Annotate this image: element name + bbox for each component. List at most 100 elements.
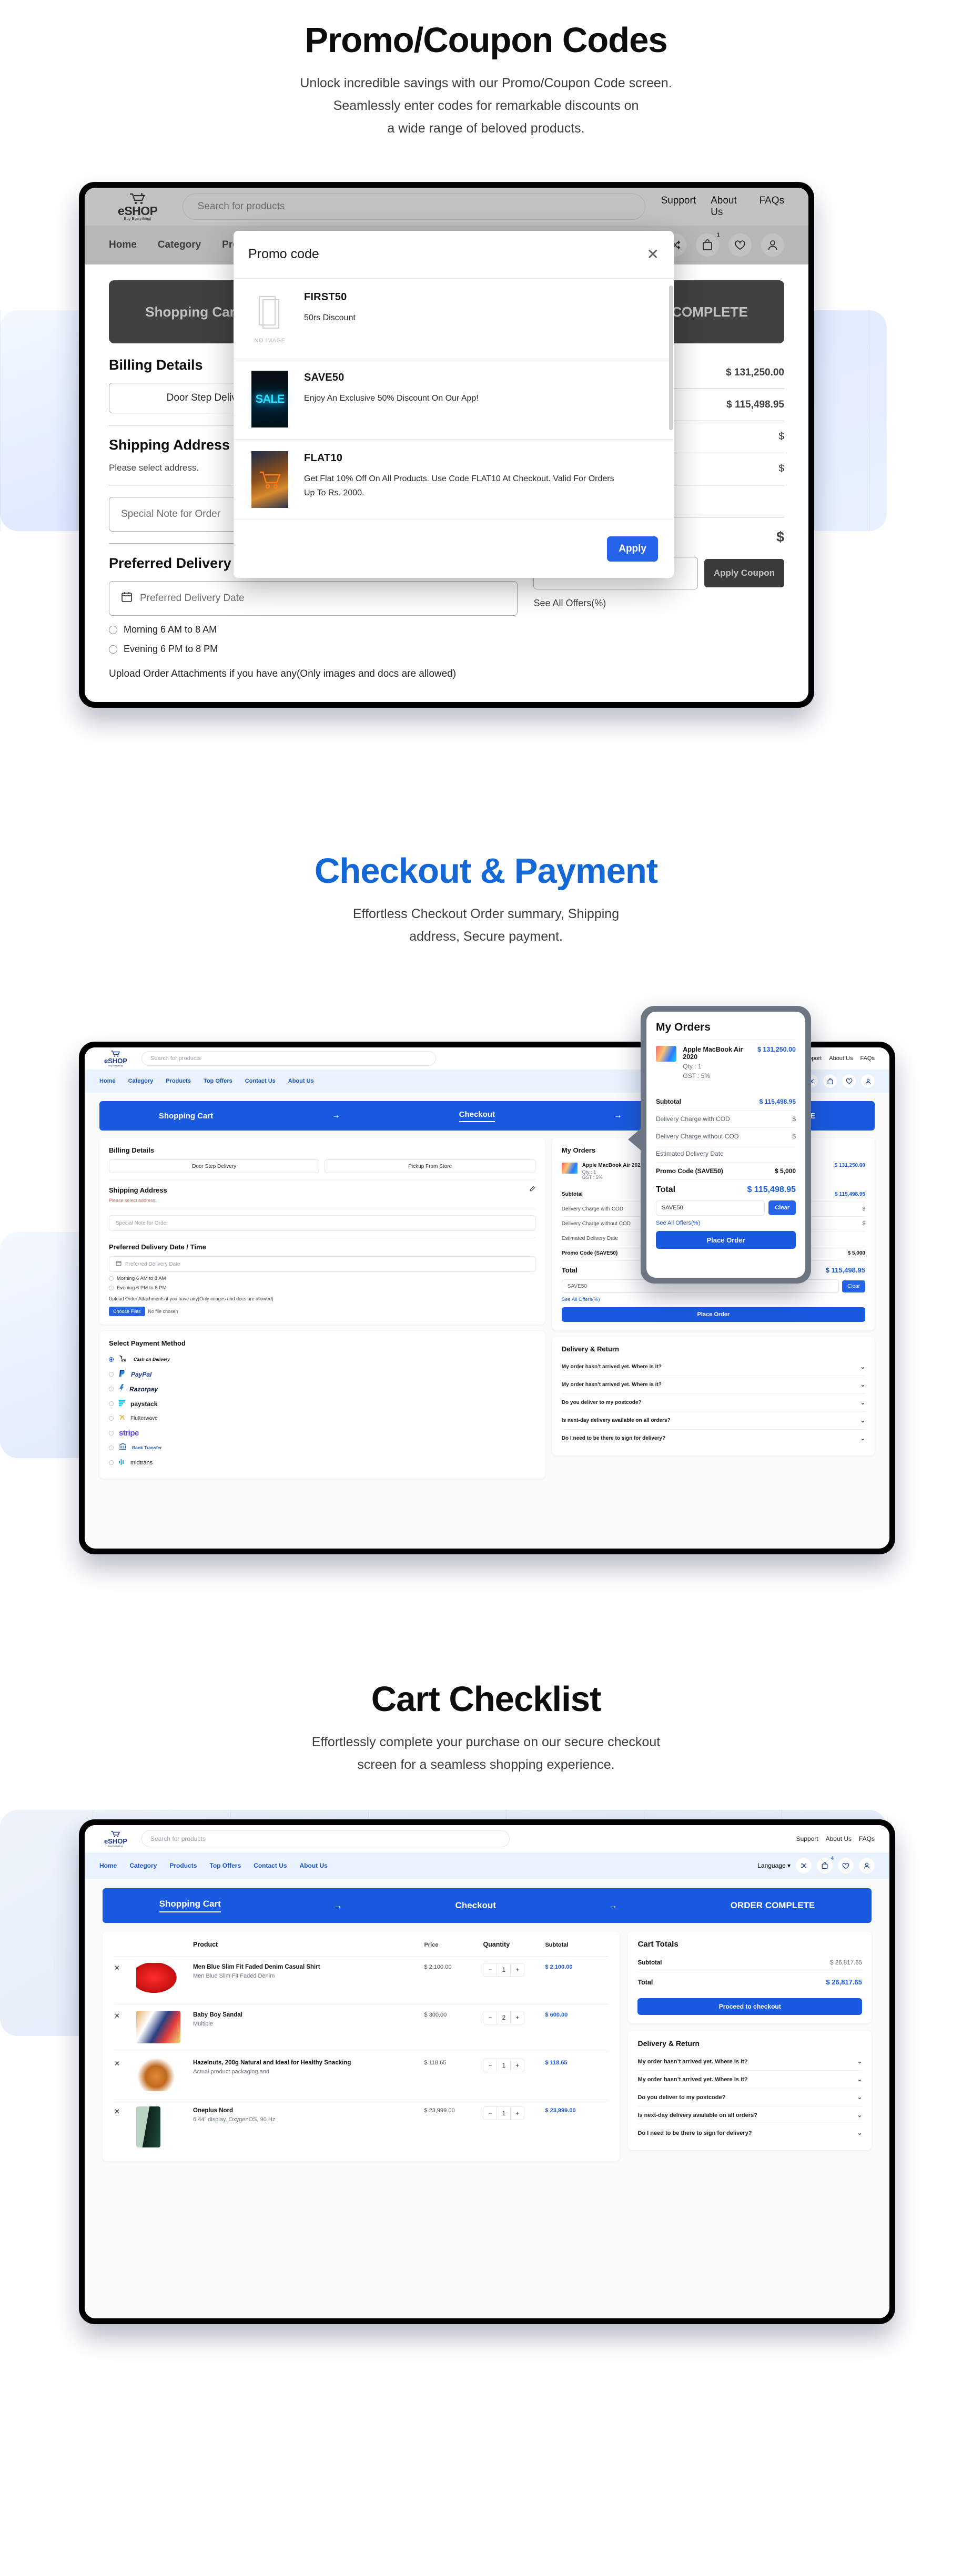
payment-option-bank-transfer[interactable]: Bank Transfer [109,1441,535,1455]
heart-icon[interactable] [842,1074,856,1088]
brand-logo[interactable]: eSHOP Buy Everything! [99,1050,132,1067]
step-checkout[interactable]: Checkout [459,1110,495,1122]
place-order-button[interactable]: Place Order [656,1231,796,1249]
faq-item[interactable]: Do you deliver to my postcode? ⌄ [561,1394,865,1412]
payment-option-flutterwave[interactable]: Flutterwave [109,1411,535,1426]
clear-coupon-button[interactable]: Clear [842,1280,865,1292]
remove-item-button[interactable]: ✕ [114,2011,136,2020]
product-name[interactable]: Men Blue Slim Fit Faded Denim Casual Shi… [193,1963,424,1972]
see-all-offers-link[interactable]: See All Offers(%) [656,1220,796,1226]
qty-minus-button[interactable]: − [483,2107,497,2120]
coupon-input[interactable]: SAVE50 [656,1200,765,1216]
payment-option-paypal[interactable]: PayPal [109,1367,535,1382]
language-selector[interactable]: Language ▾ [757,1862,791,1869]
payment-option-midtrans[interactable]: midtrans [109,1455,535,1470]
remove-item-button[interactable]: ✕ [114,2106,136,2116]
user-icon[interactable] [859,1858,875,1874]
compare-icon[interactable] [796,1858,812,1874]
nav-contact[interactable]: Contact Us [254,1862,287,1869]
faq-item[interactable]: My order hasn’t arrived yet. Where is it… [637,2053,862,2071]
quantity-stepper[interactable]: −2 + [483,2010,545,2024]
nav-category[interactable]: Category [158,239,201,251]
choose-files-button[interactable]: Choose Files [109,1306,145,1316]
pickup-from-store-option[interactable]: Pickup From Store [325,1159,535,1174]
heart-icon[interactable] [838,1858,854,1874]
remove-item-button[interactable]: ✕ [114,2059,136,2068]
brand-logo[interactable]: eSHOP Buy Everything! [99,1830,132,1847]
quantity-stepper[interactable]: −1 + [483,1962,545,1977]
qty-minus-button[interactable]: − [483,2059,497,2072]
qty-value[interactable]: 2 [497,2011,511,2024]
top-link-faqs[interactable]: FAQs [859,1835,875,1842]
step-order-complete[interactable]: ORDER COMPLETE [731,1900,815,1911]
list-item[interactable]: NO IMAGE FIRST50 50rs Discount [234,278,674,360]
see-all-offers-link[interactable]: See All Offers(%) [562,1297,865,1302]
clear-coupon-button[interactable]: Clear [768,1200,796,1216]
search-input[interactable]: Search for products [141,1830,510,1848]
nav-about[interactable]: About Us [300,1862,328,1869]
heart-icon[interactable] [728,233,752,257]
remove-item-button[interactable]: ✕ [114,1963,136,1972]
faq-item[interactable]: My order hasn’t arrived yet. Where is it… [637,2071,862,2089]
scrollbar-thumb[interactable] [669,286,673,431]
top-link-faqs[interactable]: FAQs [860,1055,875,1062]
close-icon[interactable]: ✕ [647,247,659,262]
bag-icon[interactable] [823,1074,837,1088]
faq-item[interactable]: Do you deliver to my postcode? ⌄ [637,2089,862,2107]
bag-icon[interactable]: 1 [696,231,720,257]
qty-plus-button[interactable]: + [511,2011,524,2024]
qty-minus-button[interactable]: − [483,2011,497,2024]
top-link-about[interactable]: About Us [829,1055,853,1062]
payment-option-stripe[interactable]: stripe [109,1426,535,1441]
payment-option-paystack[interactable]: paystack [109,1397,535,1411]
nav-products[interactable]: Products [169,1862,197,1869]
nav-top-offers[interactable]: Top Offers [209,1862,241,1869]
qty-value[interactable]: 1 [497,2059,511,2072]
special-note-input[interactable]: Special Note for Order [109,1215,535,1231]
product-name[interactable]: Baby Boy Sandal [193,2011,424,2020]
product-name[interactable]: Hazelnuts, 200g Natural and Ideal for He… [193,2059,424,2068]
step-shopping-cart[interactable]: Shopping Cart [145,304,239,320]
top-link-about[interactable]: About Us [826,1835,852,1842]
search-input[interactable]: Search for products [182,194,645,220]
nav-home[interactable]: Home [99,1862,117,1869]
user-icon[interactable] [861,1074,875,1088]
proceed-to-checkout-button[interactable]: Proceed to checkout [637,1998,862,2015]
slot-evening[interactable]: Evening 6 PM to 8 PM [109,1285,535,1291]
faq-item[interactable]: Do I need to be there to sign for delive… [637,2124,862,2142]
door-step-delivery-option[interactable]: Door Step Delivery [109,1159,320,1174]
top-link-about[interactable]: About Us [711,195,744,218]
payment-option-razorpay[interactable]: Razorpay [109,1382,535,1397]
preferred-date-input[interactable]: Preferred Delivery Date [109,581,518,616]
qty-plus-button[interactable]: + [511,1963,524,1976]
quantity-stepper[interactable]: −1 + [483,2058,545,2072]
qty-value[interactable]: 1 [497,1963,511,1976]
step-shopping-cart[interactable]: Shopping Cart [159,1899,221,1913]
nav-about[interactable]: About Us [288,1078,314,1084]
payment-option-cod[interactable]: ₹ Cash on Delivery [109,1352,535,1367]
quantity-stepper[interactable]: −1 + [483,2106,545,2120]
apply-button[interactable]: Apply [607,536,658,562]
qty-plus-button[interactable]: + [511,2059,524,2072]
qty-minus-button[interactable]: − [483,1963,497,1976]
slot-morning[interactable]: Morning 6 AM to 8 AM [109,1276,535,1281]
list-item[interactable]: FLAT10 Get Flat 10% Off On All Products.… [234,440,674,519]
top-link-faqs[interactable]: FAQs [759,195,784,218]
slot-evening[interactable]: Evening 6 PM to 8 PM [109,644,518,655]
nav-home[interactable]: Home [99,1078,116,1084]
nav-contact[interactable]: Contact Us [245,1078,276,1084]
nav-category[interactable]: Category [128,1078,154,1084]
top-link-support[interactable]: Support [796,1835,818,1842]
product-name[interactable]: Oneplus Nord [193,2106,424,2115]
place-order-button[interactable]: Place Order [561,1307,865,1322]
nav-home[interactable]: Home [109,239,137,251]
see-all-offers-link[interactable]: See All Offers(%) [533,598,606,609]
nav-category[interactable]: Category [129,1862,157,1869]
nav-top-offers[interactable]: Top Offers [204,1078,232,1084]
user-icon[interactable] [761,233,784,257]
nav-products[interactable]: Products [166,1078,191,1084]
step-checkout[interactable]: Checkout [455,1900,496,1911]
step-shopping-cart[interactable]: Shopping Cart [159,1112,213,1121]
slot-morning[interactable]: Morning 6 AM to 8 AM [109,624,518,635]
apply-coupon-button[interactable]: Apply Coupon [704,559,784,588]
